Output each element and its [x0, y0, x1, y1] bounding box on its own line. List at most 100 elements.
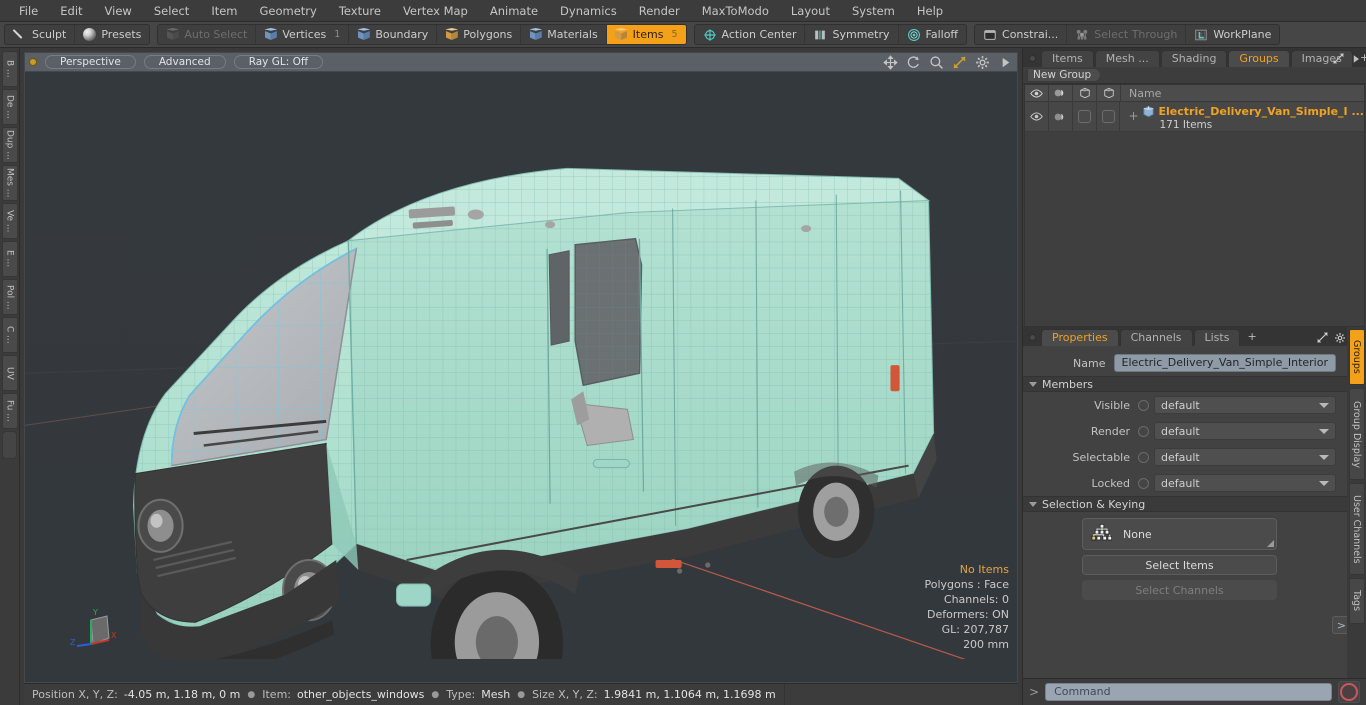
- left-tab-fusion[interactable]: Fu ...: [1, 393, 18, 429]
- auto-select-button[interactable]: Auto Select: [158, 25, 257, 44]
- menu-item-animate[interactable]: Animate: [479, 0, 549, 22]
- falloff-button[interactable]: Falloff: [899, 25, 966, 44]
- menu-item-vertex-map[interactable]: Vertex Map: [392, 0, 479, 22]
- locked-dropdown[interactable]: default: [1154, 474, 1336, 492]
- render-dropdown[interactable]: default: [1154, 422, 1336, 440]
- group-name-input[interactable]: Electric_Delivery_Van_Simple_Interior: [1113, 354, 1336, 372]
- items-button[interactable]: Items 5: [606, 25, 686, 44]
- symmetry-button[interactable]: Symmetry: [805, 25, 899, 44]
- gear-icon[interactable]: [975, 55, 990, 70]
- expand-icon[interactable]: [1316, 331, 1329, 344]
- selectable-radio[interactable]: [1138, 451, 1149, 463]
- menu-item-system[interactable]: System: [841, 0, 906, 22]
- viewport-raygl-button[interactable]: Ray GL: Off: [233, 55, 324, 69]
- left-tab-mesh[interactable]: Mes ...: [1, 165, 18, 201]
- materials-button[interactable]: Materials: [521, 25, 607, 44]
- tab-mesh[interactable]: Mesh ...: [1094, 50, 1160, 67]
- expand-icon[interactable]: +: [1128, 105, 1138, 122]
- menu-item-render[interactable]: Render: [628, 0, 691, 22]
- move-icon[interactable]: [883, 54, 898, 70]
- members-section-header[interactable]: Members: [1023, 376, 1366, 392]
- right-tab-group-display[interactable]: Group Display: [1348, 388, 1365, 480]
- expand-icon[interactable]: [1332, 52, 1345, 65]
- selectable-dropdown[interactable]: default: [1154, 448, 1336, 466]
- sculpt-button[interactable]: Sculpt: [5, 25, 76, 44]
- constraint-button[interactable]: Constrai...: [975, 25, 1068, 44]
- row-eye-icon[interactable]: [1025, 101, 1049, 132]
- rotate-icon[interactable]: [906, 55, 921, 70]
- play-icon[interactable]: [998, 55, 1013, 70]
- group-tree[interactable]: Name + Electric_Delivery_Van_Simple_I ..…: [1024, 84, 1365, 327]
- workplane-button[interactable]: WorkPlane: [1186, 25, 1279, 44]
- right-tab-groups[interactable]: Groups: [1348, 329, 1365, 385]
- row-toggle-b[interactable]: [1097, 101, 1121, 132]
- menu-item-geometry[interactable]: Geometry: [249, 0, 328, 22]
- left-tool-slot[interactable]: [2, 431, 17, 459]
- presets-button[interactable]: Presets: [75, 25, 149, 44]
- select-channels-button[interactable]: Select Channels: [1082, 580, 1277, 600]
- menu-item-maxtomodo[interactable]: MaxToModo: [691, 0, 780, 22]
- tree-header: Name: [1025, 84, 1364, 102]
- row-toggle-a[interactable]: [1073, 101, 1097, 132]
- tab-properties[interactable]: Properties: [1041, 329, 1119, 346]
- boundary-button[interactable]: Boundary: [349, 25, 438, 44]
- viewport-projection-button[interactable]: Perspective: [45, 55, 136, 69]
- tab-shading[interactable]: Shading: [1160, 50, 1228, 67]
- left-tab-uv[interactable]: UV: [1, 355, 18, 391]
- play-icon[interactable]: [1350, 53, 1362, 65]
- gear-icon[interactable]: [1334, 332, 1346, 344]
- command-input[interactable]: Command: [1045, 683, 1332, 701]
- zoom-icon[interactable]: [929, 55, 944, 70]
- left-tab-edge[interactable]: E ...: [1, 241, 18, 277]
- menu-item-layout[interactable]: Layout: [780, 0, 841, 22]
- right-tab-tags[interactable]: Tags: [1348, 578, 1365, 624]
- record-button[interactable]: [1338, 681, 1360, 703]
- menu-item-item[interactable]: Item: [200, 0, 248, 22]
- panel-menu-dot[interactable]: [1029, 55, 1036, 62]
- menu-item-help[interactable]: Help: [906, 0, 954, 22]
- tab-channels[interactable]: Channels: [1119, 329, 1193, 346]
- right-tab-user-channels[interactable]: User Channels: [1348, 483, 1365, 575]
- menu-item-select[interactable]: Select: [143, 0, 200, 22]
- hierarchy-picker[interactable]: None: [1082, 518, 1277, 550]
- svg-text:Z: Z: [70, 638, 76, 647]
- menu-item-view[interactable]: View: [94, 0, 143, 22]
- selection-keying-section-header[interactable]: Selection & Keying: [1023, 496, 1366, 512]
- table-row[interactable]: + Electric_Delivery_Van_Simple_I ... 171…: [1025, 101, 1364, 132]
- menu-item-texture[interactable]: Texture: [328, 0, 392, 22]
- left-tab-basic[interactable]: B ...: [1, 51, 18, 87]
- polygons-label: Polygons: [463, 28, 513, 41]
- render-radio[interactable]: [1138, 425, 1149, 437]
- left-tab-duplicate[interactable]: Dup ...: [1, 127, 18, 163]
- left-tab-vertex[interactable]: Ve ...: [1, 203, 18, 239]
- tree-empty-area[interactable]: [1025, 132, 1364, 326]
- van-3d-model[interactable]: [25, 72, 1017, 660]
- properties-tab-add-button[interactable]: +: [1241, 329, 1262, 346]
- select-through-button[interactable]: Select Through: [1067, 25, 1187, 44]
- viewport-menu-dot[interactable]: [29, 58, 37, 66]
- left-tab-curve[interactable]: C ...: [1, 317, 18, 353]
- status-size-value: 1.9841 m, 1.1064 m, 1.1698 m: [603, 688, 776, 701]
- viewport-shading-button[interactable]: Advanced: [143, 55, 226, 69]
- properties-menu-dot[interactable]: [1029, 334, 1036, 341]
- tab-groups[interactable]: Groups: [1228, 50, 1290, 67]
- menu-item-edit[interactable]: Edit: [49, 0, 93, 22]
- vertices-button[interactable]: Vertices 1: [256, 25, 350, 44]
- left-tab-deform[interactable]: De ...: [1, 89, 18, 125]
- new-group-button[interactable]: New Group: [1027, 68, 1102, 82]
- row-render-icon[interactable]: [1049, 101, 1073, 132]
- menu-item-dynamics[interactable]: Dynamics: [549, 0, 628, 22]
- fit-icon[interactable]: [952, 55, 967, 70]
- action-center-button[interactable]: Action Center: [695, 25, 806, 44]
- menu-item-file[interactable]: File: [8, 0, 49, 22]
- locked-radio[interactable]: [1138, 477, 1149, 489]
- tab-lists[interactable]: Lists: [1193, 329, 1241, 346]
- status-separator-2: ●: [431, 689, 440, 700]
- polygons-button[interactable]: Polygons: [437, 25, 522, 44]
- visible-dropdown[interactable]: default: [1154, 396, 1336, 414]
- visible-radio[interactable]: [1138, 399, 1149, 411]
- viewport-3d[interactable]: Y X Z No Items Polygons : Face Channels:…: [24, 71, 1018, 683]
- select-items-button[interactable]: Select Items: [1082, 555, 1277, 575]
- tab-items[interactable]: Items: [1041, 50, 1094, 67]
- left-tab-polygon[interactable]: Pol ...: [1, 279, 18, 315]
